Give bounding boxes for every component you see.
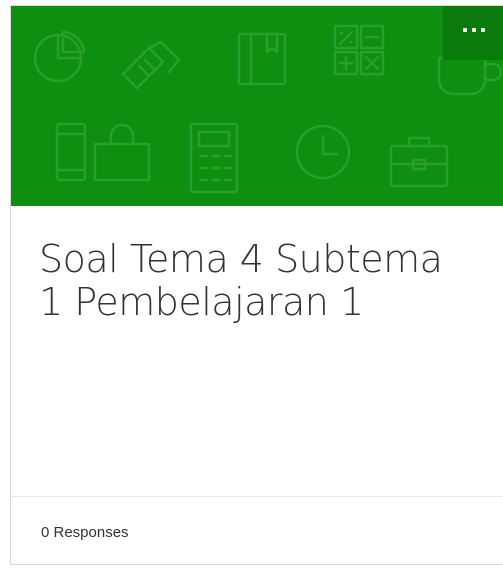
shopping-bag-icon (93, 123, 151, 182)
more-options-icon (462, 28, 485, 32)
dot (471, 28, 476, 32)
phone-icon (55, 122, 87, 182)
card-banner (11, 6, 503, 206)
banner-pattern (33, 24, 503, 194)
more-options-button[interactable] (443, 6, 503, 60)
form-title-line1: Soal Tema 4 Subtema (39, 237, 443, 281)
clock-icon (295, 124, 351, 180)
calculator-grid-icon (333, 24, 385, 76)
dot (480, 28, 485, 32)
form-card[interactable]: Soal Tema 4 Subtema 1 Pembelajaran 1 0 Re… (10, 5, 503, 565)
briefcase-icon (389, 136, 449, 188)
dot (462, 28, 467, 32)
card-divider (11, 496, 503, 497)
book-icon (237, 32, 287, 86)
handshake-icon (121, 40, 181, 90)
form-title[interactable]: Soal Tema 4 Subtema 1 Pembelajaran 1 (39, 238, 499, 324)
form-title-line2: 1 Pembelajaran 1 (39, 280, 364, 324)
responses-count: 0 Responses (41, 524, 129, 541)
calculator-icon (189, 122, 239, 194)
pie-chart-icon (33, 30, 86, 83)
